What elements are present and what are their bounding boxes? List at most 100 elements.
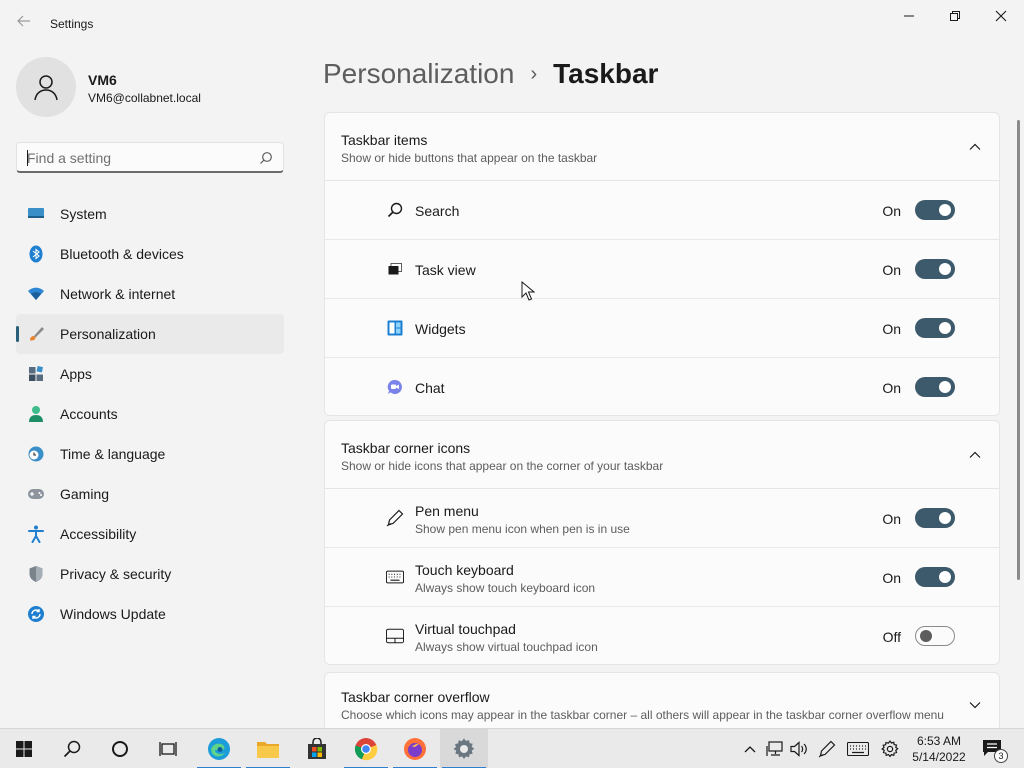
sidebar-item-bluetooth[interactable]: Bluetooth & devices bbox=[16, 234, 284, 274]
settings-tray-button[interactable] bbox=[879, 729, 901, 768]
corner-overflow-section[interactable]: Taskbar corner overflow Choose which ico… bbox=[324, 672, 1000, 732]
clock-globe-icon bbox=[26, 444, 46, 464]
restore-button[interactable] bbox=[932, 0, 978, 32]
sidebar-item-gaming[interactable]: Gaming bbox=[16, 474, 284, 514]
breadcrumb-separator: › bbox=[530, 62, 538, 85]
chevron-up-icon[interactable] bbox=[969, 141, 981, 153]
settings-button[interactable] bbox=[440, 729, 488, 768]
chevron-up-icon[interactable] bbox=[969, 449, 981, 461]
breadcrumb-parent[interactable]: Personalization bbox=[323, 58, 514, 90]
pen-tray-button[interactable] bbox=[816, 729, 838, 768]
notification-center-button[interactable]: 3 bbox=[982, 739, 1008, 763]
sidebar-item-label: System bbox=[60, 206, 107, 222]
sidebar-item-apps[interactable]: Apps bbox=[16, 354, 284, 394]
task-view-toggle[interactable] bbox=[915, 259, 955, 279]
widgets-toggle[interactable] bbox=[915, 318, 955, 338]
sidebar-item-label: Accessibility bbox=[60, 526, 137, 542]
chevron-down-icon[interactable] bbox=[969, 699, 981, 711]
sidebar-item-label: Accounts bbox=[60, 406, 118, 422]
taskbar-search-button[interactable] bbox=[48, 729, 96, 768]
sidebar-item-windows-update[interactable]: Windows Update bbox=[16, 594, 284, 634]
setting-row-chat: Chat On bbox=[325, 358, 999, 415]
chat-toggle[interactable] bbox=[915, 377, 955, 397]
sidebar-nav: System Bluetooth & devices Network & int… bbox=[16, 194, 284, 634]
pen-menu-toggle[interactable] bbox=[915, 508, 955, 528]
toggle-knob bbox=[939, 263, 951, 275]
clock-time: 6:53 AM bbox=[916, 734, 962, 748]
wifi-icon bbox=[26, 284, 46, 304]
mouse-cursor-icon bbox=[521, 281, 535, 301]
virtual-touchpad-toggle[interactable] bbox=[915, 626, 955, 646]
monitor-icon bbox=[26, 204, 46, 224]
user-profile[interactable]: VM6 VM6@collabnet.local bbox=[16, 57, 286, 117]
edge-icon bbox=[208, 738, 230, 760]
search-toggle[interactable] bbox=[915, 200, 955, 220]
setting-label: Pen menu bbox=[415, 503, 479, 519]
start-button[interactable] bbox=[0, 729, 48, 768]
profile-name: VM6 bbox=[88, 72, 117, 88]
chrome-icon bbox=[354, 738, 378, 761]
file-explorer-button[interactable] bbox=[244, 729, 292, 768]
task-view-button[interactable] bbox=[144, 729, 192, 768]
edge-button[interactable] bbox=[195, 729, 243, 768]
search-input[interactable] bbox=[27, 148, 247, 168]
close-button[interactable] bbox=[978, 0, 1024, 32]
search-icon[interactable] bbox=[259, 151, 273, 165]
scrollbar[interactable] bbox=[1017, 120, 1020, 580]
chrome-button[interactable] bbox=[342, 729, 390, 768]
toggle-state-label: On bbox=[882, 380, 901, 396]
toggle-state-label: On bbox=[882, 511, 901, 527]
restore-icon bbox=[950, 11, 960, 21]
toggle-knob bbox=[939, 322, 951, 334]
chevron-up-icon bbox=[744, 746, 756, 753]
volume-icon bbox=[790, 741, 807, 757]
setting-label: Chat bbox=[415, 380, 445, 396]
sidebar-item-accessibility[interactable]: Accessibility bbox=[16, 514, 284, 554]
taskbar-items-header[interactable]: Taskbar items Show or hide buttons that … bbox=[325, 113, 999, 181]
toggle-state-label: On bbox=[882, 321, 901, 337]
touch-keyboard-tray-button[interactable] bbox=[844, 729, 872, 768]
sidebar-item-label: Personalization bbox=[60, 326, 156, 342]
sidebar-item-label: Gaming bbox=[60, 486, 110, 502]
firefox-button[interactable] bbox=[391, 729, 439, 768]
section-subtitle: Show or hide icons that appear on the co… bbox=[341, 459, 664, 473]
setting-row-search: Search On bbox=[325, 181, 999, 240]
sidebar-item-label: Privacy & security bbox=[60, 566, 172, 582]
system-clock[interactable]: 6:53 AM 5/14/2022 bbox=[906, 733, 972, 765]
sidebar-item-accounts[interactable]: Accounts bbox=[16, 394, 284, 434]
gamepad-icon bbox=[26, 484, 46, 504]
setting-description: Show pen menu icon when pen is in use bbox=[415, 522, 630, 536]
section-subtitle: Show or hide buttons that appear on the … bbox=[341, 151, 598, 165]
sidebar-item-network[interactable]: Network & internet bbox=[16, 274, 284, 314]
section-subtitle: Choose which icons may appear in the tas… bbox=[341, 708, 944, 722]
minimize-icon bbox=[904, 15, 914, 17]
accessibility-icon bbox=[26, 524, 46, 544]
corner-icons-header[interactable]: Taskbar corner icons Show or hide icons … bbox=[325, 421, 999, 489]
cortana-icon bbox=[112, 741, 128, 757]
volume-tray-button[interactable] bbox=[788, 729, 810, 768]
taskbar-items-section: Taskbar items Show or hide buttons that … bbox=[324, 112, 1000, 416]
minimize-button[interactable] bbox=[886, 0, 932, 32]
sidebar-item-personalization[interactable]: Personalization bbox=[16, 314, 284, 354]
person-icon bbox=[34, 75, 58, 101]
sidebar-item-label: Apps bbox=[60, 366, 92, 382]
touch-keyboard-toggle[interactable] bbox=[915, 567, 955, 587]
back-arrow-icon[interactable] bbox=[14, 14, 34, 34]
sidebar-item-system[interactable]: System bbox=[16, 194, 284, 234]
shield-icon bbox=[26, 564, 46, 584]
sidebar-item-privacy[interactable]: Privacy & security bbox=[16, 554, 284, 594]
setting-label: Touch keyboard bbox=[415, 562, 514, 578]
sidebar-item-time-language[interactable]: Time & language bbox=[16, 434, 284, 474]
cortana-button[interactable] bbox=[96, 729, 144, 768]
toggle-state-label: On bbox=[882, 203, 901, 219]
search-box[interactable] bbox=[16, 142, 284, 173]
network-tray-button[interactable] bbox=[764, 729, 786, 768]
toggle-knob bbox=[939, 204, 951, 216]
toggle-knob bbox=[939, 512, 951, 524]
show-hidden-icons-button[interactable] bbox=[740, 729, 760, 768]
keyboard-icon bbox=[386, 568, 404, 586]
update-icon bbox=[26, 604, 46, 624]
setting-row-virtual-touchpad: Virtual touchpad Always show virtual tou… bbox=[325, 607, 999, 664]
store-button[interactable] bbox=[293, 729, 341, 768]
toggle-state-label: Off bbox=[882, 629, 901, 645]
